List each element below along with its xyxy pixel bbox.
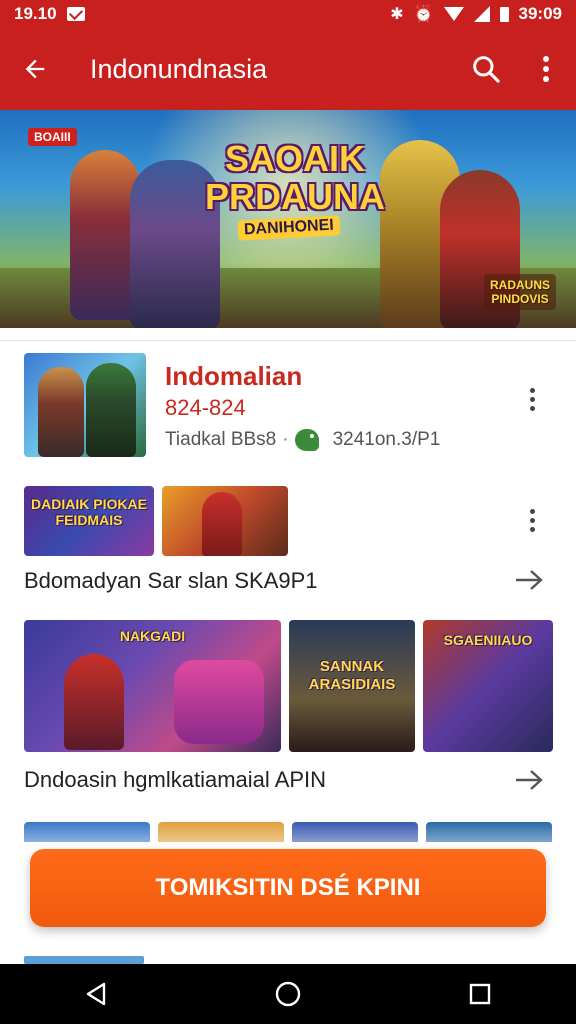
primary-cta-button[interactable]: TOMIKSITIN DSÉ KPINI <box>30 849 546 927</box>
featured-app-version: 824-824 <box>165 395 246 420</box>
hero-title: SAOAIK PRDAUNA <box>205 138 385 217</box>
system-nav-bar <box>0 964 576 1024</box>
arrow-right-icon <box>516 570 543 590</box>
mail-icon <box>66 7 85 21</box>
dot <box>529 387 535 393</box>
row1-thumbnail-2[interactable] <box>162 486 288 556</box>
hero-badge: BOAIII <box>28 128 77 146</box>
status-right: ✱ ⏰ 39:09 <box>390 4 562 24</box>
battery-icon <box>499 6 509 22</box>
back-triangle-icon <box>86 982 106 1006</box>
alarm-icon: ⏰ <box>413 6 434 23</box>
dot <box>529 526 535 532</box>
row2-thumbnail-1[interactable]: NAKGADI <box>24 620 281 752</box>
row2-thumbnails: NAKGADI SANNAK ARASIDIAIS SGAENIIAUO <box>24 620 553 752</box>
bluetooth-icon: ✱ <box>390 6 404 23</box>
row1-thumbnails: DADIAIK PIOKAE FEIDMAIS <box>24 486 288 556</box>
back-button[interactable] <box>0 28 70 110</box>
arrow-back-icon <box>25 59 45 79</box>
search-icon <box>473 56 500 83</box>
nav-back-button[interactable] <box>66 964 126 1024</box>
app-bar: Indonundnasia <box>0 28 576 110</box>
arrow-right-icon <box>516 770 543 790</box>
app-title: Indonundnasia <box>90 53 268 84</box>
featured-meta-left: Tiadkal BBs8 <box>165 429 277 450</box>
hero-banner[interactable]: SAOAIK PRDAUNA DANIHONEI BOAIII RADAUNS … <box>0 110 576 328</box>
status-time: 19.10 <box>14 4 57 23</box>
featured-meta-right: 3241on.3/P1 <box>332 429 441 450</box>
dot <box>529 517 535 523</box>
row2-thumbnail-1-figure <box>64 654 124 750</box>
dot <box>529 405 535 411</box>
row1-thumbnail-1-label: DADIAIK PIOKAE FEIDMAIS <box>31 496 147 528</box>
signal-icon <box>473 6 490 22</box>
row2-label[interactable]: Dndoasin hgmlkatiamaial APIN <box>24 767 326 793</box>
row2-thumbnail-1-label: NAKGADI <box>119 628 186 644</box>
recents-square-icon <box>469 983 491 1005</box>
row2-thumbnail-2-label: SANNAK ARASIDIAIS <box>308 658 396 693</box>
featured-app-card[interactable]: Indomalian 824-824 Tiadkal BBs8 · 3241on… <box>0 340 576 466</box>
row2-thumbnail-1-robot <box>174 660 264 744</box>
row2-thumbnail-2[interactable]: SANNAK ARASIDIAIS <box>289 620 415 752</box>
featured-app-thumbnail <box>24 353 146 457</box>
dot <box>529 508 535 514</box>
featured-app-meta: Tiadkal BBs8 · 3241on.3/P1 <box>165 429 440 451</box>
row1-thumbnail-2-figure <box>202 492 242 556</box>
featured-app-name: Indomalian <box>165 361 303 391</box>
row1-more-button[interactable] <box>517 500 547 540</box>
featured-more-button[interactable] <box>517 379 547 419</box>
row1-arrow-button[interactable] <box>512 565 546 595</box>
hero-corner-logo: RADAUNS PINDOVIS <box>484 274 556 310</box>
home-circle-icon <box>275 981 301 1007</box>
row2-thumbnail-3[interactable]: SGAENIIAUO <box>423 620 553 752</box>
meta-separator: · <box>282 429 289 450</box>
nav-recents-button[interactable] <box>450 964 510 1024</box>
row1-thumbnail-1[interactable]: DADIAIK PIOKAE FEIDMAIS <box>24 486 154 556</box>
more-options-button[interactable] <box>516 28 576 110</box>
search-button[interactable] <box>456 28 516 110</box>
row2-arrow-button[interactable] <box>512 765 546 795</box>
status-bar: 19.10 ✱ ⏰ 39:09 <box>0 0 576 28</box>
wifi-icon <box>443 7 464 21</box>
status-clock: 39:09 <box>518 4 562 23</box>
more-vert-icon <box>543 56 549 82</box>
row2-thumbnail-3-label: SGAENIIAUO <box>443 632 533 648</box>
android-icon <box>294 429 319 451</box>
dot <box>529 396 535 402</box>
next-item-peek <box>24 956 144 964</box>
status-left: 19.10 <box>14 4 85 24</box>
row1-label[interactable]: Bdomadyan Sar slan SKA9P1 <box>24 568 318 594</box>
thumbnail-figure-2 <box>86 363 136 457</box>
nav-home-button[interactable] <box>258 964 318 1024</box>
thumbnail-figure-1 <box>38 367 84 457</box>
